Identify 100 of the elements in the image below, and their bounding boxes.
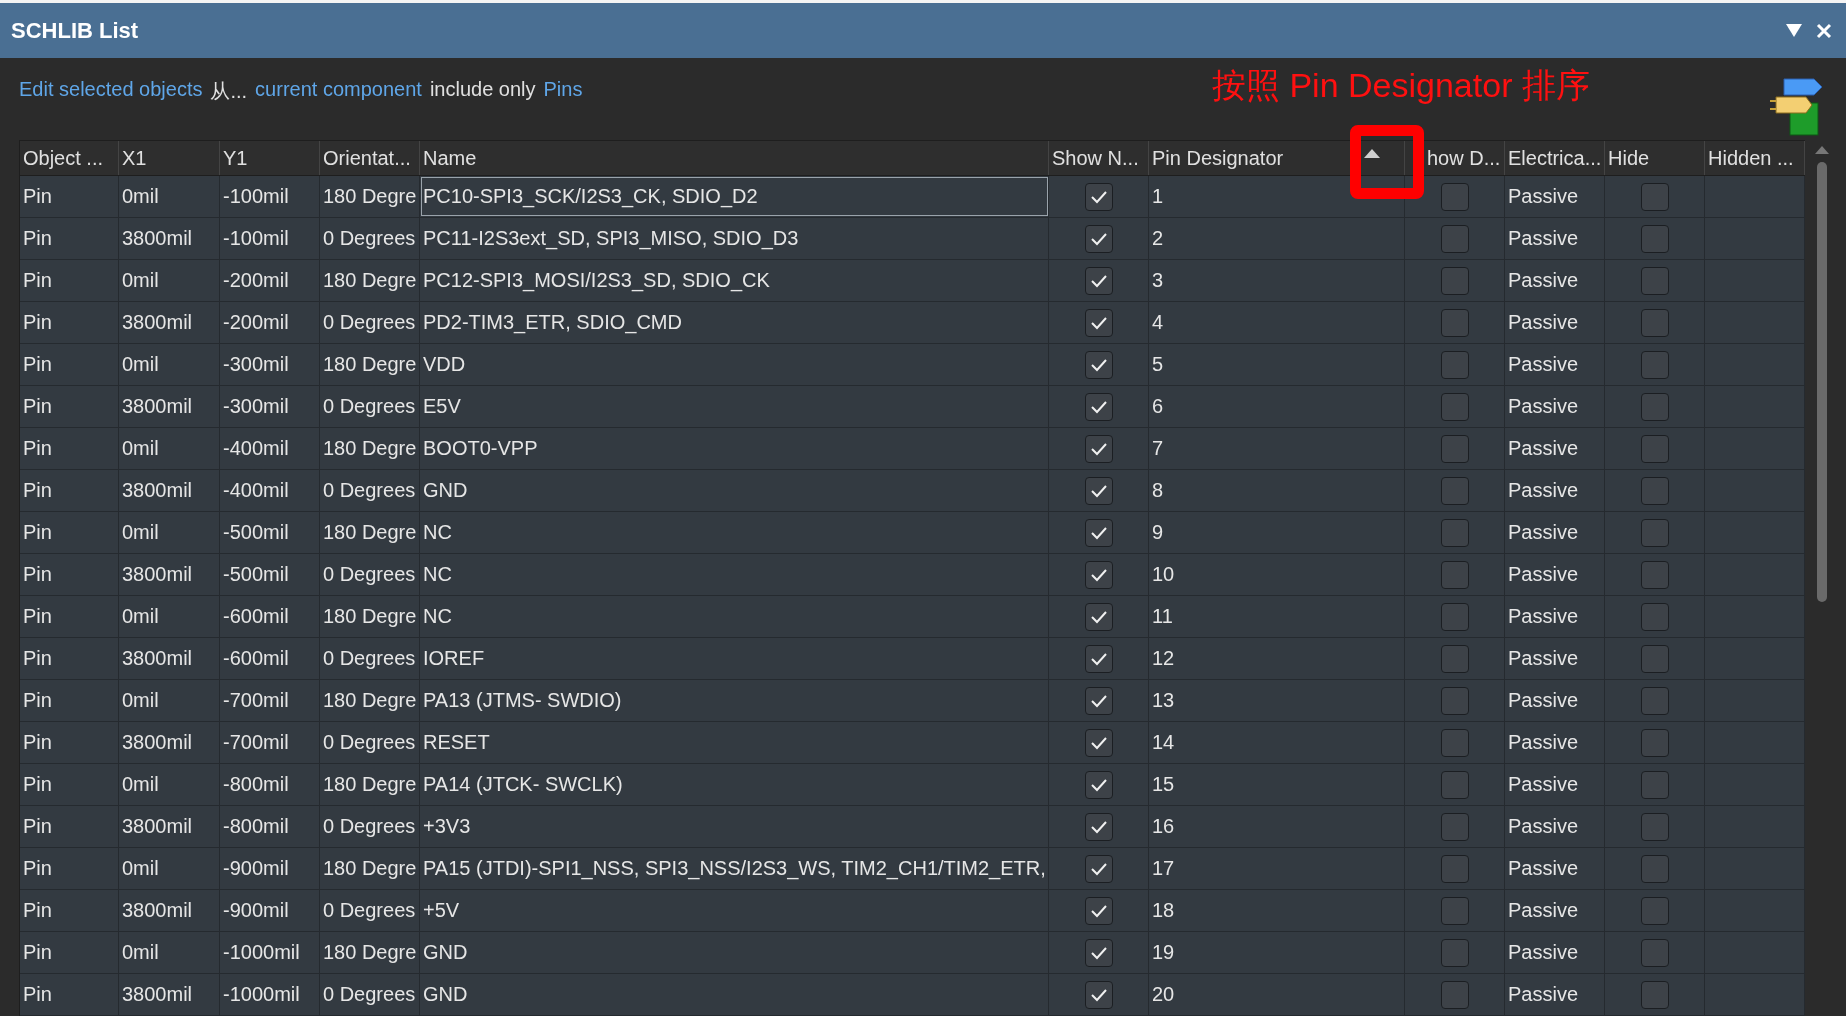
checkbox[interactable]: [1640, 182, 1669, 211]
checkbox[interactable]: [1640, 266, 1669, 295]
checkbox[interactable]: [1084, 686, 1113, 715]
checkbox[interactable]: [1440, 602, 1469, 631]
column-header[interactable]: how D...: [1405, 141, 1505, 175]
column-header[interactable]: Y1: [220, 141, 320, 175]
checkbox[interactable]: [1440, 560, 1469, 589]
filter-link[interactable]: Pins: [543, 78, 583, 101]
check-icon: [1089, 693, 1108, 708]
checkbox[interactable]: [1640, 224, 1669, 253]
column-header[interactable]: X1: [119, 141, 220, 175]
table-cell: Passive: [1505, 470, 1605, 511]
table-cell: 12: [1149, 638, 1405, 679]
table-cell: 3800mil: [119, 806, 220, 847]
checkbox[interactable]: [1640, 812, 1669, 841]
checkbox[interactable]: [1084, 938, 1113, 967]
checkbox[interactable]: [1440, 476, 1469, 505]
check-icon: [1089, 525, 1108, 540]
checkbox[interactable]: [1440, 770, 1469, 799]
checkbox[interactable]: [1640, 854, 1669, 883]
check-icon: [1089, 231, 1108, 246]
checkbox[interactable]: [1440, 896, 1469, 925]
checkbox[interactable]: [1084, 350, 1113, 379]
check-icon: [1089, 483, 1108, 498]
table-cell: Pin: [20, 218, 119, 259]
checkbox[interactable]: [1084, 980, 1113, 1009]
table-cell: 0mil: [119, 428, 220, 469]
table-cell: Pin: [20, 974, 119, 1015]
table-cell: Pin: [20, 344, 119, 385]
checkbox[interactable]: [1640, 896, 1669, 925]
checkbox[interactable]: [1640, 434, 1669, 463]
checkbox[interactable]: [1640, 476, 1669, 505]
checkbox[interactable]: [1440, 392, 1469, 421]
checkbox[interactable]: [1440, 812, 1469, 841]
table-cell: 0 Degrees: [320, 974, 420, 1015]
checkbox[interactable]: [1640, 602, 1669, 631]
table-cell: NC: [420, 596, 1049, 637]
table-cell: 0mil: [119, 176, 220, 217]
column-header[interactable]: Show N...: [1049, 141, 1149, 175]
column-header[interactable]: Electrica...: [1505, 141, 1605, 175]
checkbox[interactable]: [1440, 686, 1469, 715]
checkbox[interactable]: [1640, 350, 1669, 379]
checkbox[interactable]: [1440, 518, 1469, 547]
checkbox[interactable]: [1084, 518, 1113, 547]
checkbox[interactable]: [1084, 308, 1113, 337]
checkbox[interactable]: [1640, 392, 1669, 421]
checkbox[interactable]: [1640, 686, 1669, 715]
table-cell: Passive: [1505, 428, 1605, 469]
table-cell: -1000mil: [220, 974, 320, 1015]
checkbox[interactable]: [1084, 392, 1113, 421]
checkbox[interactable]: [1084, 812, 1113, 841]
checkbox[interactable]: [1084, 896, 1113, 925]
filter-link[interactable]: Edit selected objects: [19, 78, 203, 101]
checkbox[interactable]: [1084, 224, 1113, 253]
checkbox[interactable]: [1084, 644, 1113, 673]
checkbox[interactable]: [1640, 980, 1669, 1009]
checkbox[interactable]: [1440, 980, 1469, 1009]
checkbox[interactable]: [1440, 644, 1469, 673]
column-header[interactable]: Hidden ...: [1705, 141, 1805, 175]
checkbox[interactable]: [1084, 434, 1113, 463]
checkbox[interactable]: [1640, 518, 1669, 547]
check-icon: [1089, 945, 1108, 960]
checkbox[interactable]: [1640, 728, 1669, 757]
checkbox[interactable]: [1440, 434, 1469, 463]
column-header[interactable]: Object ...: [20, 141, 119, 175]
checkbox[interactable]: [1440, 854, 1469, 883]
table-cell: 16: [1149, 806, 1405, 847]
filter-text: 从...: [210, 79, 248, 104]
window-title: SCHLIB List: [11, 17, 140, 44]
checkbox[interactable]: [1640, 560, 1669, 589]
checkbox[interactable]: [1440, 266, 1469, 295]
scroll-thumb[interactable]: [1817, 162, 1827, 602]
table-cell: 11: [1149, 596, 1405, 637]
checkbox[interactable]: [1084, 560, 1113, 589]
checkbox[interactable]: [1440, 308, 1469, 337]
table-cell: PA15 (JTDI)-SPI1_NSS, SPI3_NSS/I2S3_WS, TIM2_CH1/TIM2_ETR,: [420, 848, 1049, 889]
checkbox[interactable]: [1084, 770, 1113, 799]
checkbox[interactable]: [1084, 476, 1113, 505]
checkbox[interactable]: [1440, 350, 1469, 379]
table-cell: -500mil: [220, 512, 320, 553]
checkbox[interactable]: [1640, 644, 1669, 673]
checkbox[interactable]: [1084, 266, 1113, 295]
checkbox[interactable]: [1084, 854, 1113, 883]
checkbox[interactable]: [1640, 308, 1669, 337]
checkbox[interactable]: [1440, 224, 1469, 253]
table-cell: -600mil: [220, 596, 320, 637]
checkbox[interactable]: [1440, 182, 1469, 211]
checkbox[interactable]: [1084, 728, 1113, 757]
column-header[interactable]: Pin Designator: [1149, 141, 1405, 175]
column-header[interactable]: Hide: [1605, 141, 1705, 175]
filter-link[interactable]: current component: [255, 78, 422, 101]
checkbox[interactable]: [1084, 182, 1113, 211]
checkbox[interactable]: [1640, 770, 1669, 799]
checkbox[interactable]: [1084, 602, 1113, 631]
checkbox[interactable]: [1440, 938, 1469, 967]
column-header[interactable]: Name: [420, 141, 1049, 175]
checkbox[interactable]: [1440, 728, 1469, 757]
checkbox[interactable]: [1640, 938, 1669, 967]
scroll-up-icon[interactable]: [1815, 146, 1829, 154]
column-header[interactable]: Orientat...: [320, 141, 420, 175]
